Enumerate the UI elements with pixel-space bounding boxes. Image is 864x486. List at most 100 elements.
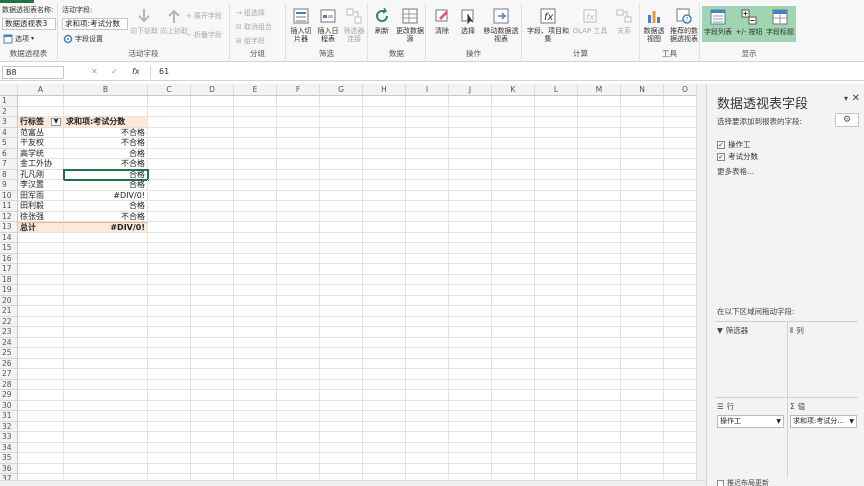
cell[interactable] [535,400,578,411]
cell[interactable] [492,337,535,348]
cell[interactable] [578,180,621,191]
cell[interactable] [449,243,492,254]
cell[interactable] [64,253,148,264]
cell[interactable] [535,243,578,254]
formula-input[interactable]: 61 [150,66,860,79]
cell[interactable] [320,106,363,117]
cell[interactable] [664,96,696,107]
cell[interactable] [621,159,664,170]
row-header[interactable]: 24 [0,337,18,348]
cell[interactable] [148,222,191,233]
cell[interactable] [578,379,621,390]
cell[interactable] [535,211,578,222]
cancel-icon[interactable]: ✕ [91,67,98,76]
cell[interactable] [492,348,535,359]
cell[interactable] [363,432,406,443]
row-header[interactable]: 34 [0,442,18,453]
cell[interactable] [64,358,148,369]
cell[interactable] [363,117,406,128]
cell[interactable] [621,379,664,390]
cell[interactable] [320,180,363,191]
insert-slicer-button[interactable]: 插入切片器 [288,7,314,43]
cell[interactable] [406,295,449,306]
field-headers-button[interactable]: 字段标题 [764,6,796,42]
cell[interactable] [18,390,64,401]
cell[interactable] [578,442,621,453]
cell[interactable] [621,201,664,212]
row-header[interactable]: 35 [0,453,18,464]
cell[interactable] [148,169,191,180]
cell[interactable] [64,379,148,390]
cell[interactable] [449,390,492,401]
cell[interactable] [234,411,277,422]
cell[interactable] [449,379,492,390]
cell[interactable] [664,222,696,233]
gear-icon[interactable]: ⚙ [835,113,859,127]
cell[interactable] [320,369,363,380]
cell[interactable] [449,327,492,338]
cell[interactable] [406,243,449,254]
cell[interactable] [363,369,406,380]
cell[interactable] [621,243,664,254]
cell[interactable] [492,201,535,212]
cell[interactable] [492,442,535,453]
enter-icon[interactable]: ✓ [111,67,118,76]
cell[interactable] [535,127,578,138]
cell[interactable] [18,442,64,453]
select-all-corner[interactable] [0,84,18,96]
cell[interactable] [191,442,234,453]
cell[interactable] [449,463,492,474]
cell[interactable] [578,222,621,233]
cell[interactable] [148,463,191,474]
cell[interactable] [535,316,578,327]
pivot-row-item[interactable]: 干友权 [18,138,64,149]
cell[interactable] [277,348,320,359]
cell[interactable] [664,348,696,359]
cell[interactable] [492,180,535,191]
row-header[interactable]: 15 [0,243,18,254]
cell[interactable] [492,432,535,443]
cell[interactable] [320,159,363,170]
cell[interactable] [621,127,664,138]
cell[interactable] [234,358,277,369]
cell[interactable] [664,338,696,348]
cell[interactable] [191,379,234,390]
cell[interactable] [621,106,664,117]
cell[interactable] [664,170,696,180]
cell[interactable] [406,379,449,390]
cell[interactable] [64,306,148,317]
cell[interactable] [64,232,148,243]
cell[interactable] [320,442,363,453]
row-header[interactable]: 27 [0,369,18,380]
cell[interactable] [578,96,621,107]
pivot-value[interactable]: 合格 [64,148,148,159]
olap-tools-button[interactable]: fx OLAP 工具 [572,7,608,35]
cell[interactable] [621,117,664,128]
cell[interactable] [64,264,148,275]
cell[interactable] [363,169,406,180]
cell[interactable] [578,159,621,170]
cell[interactable] [320,127,363,138]
cell[interactable] [363,253,406,264]
cell[interactable] [277,190,320,201]
cell[interactable] [578,169,621,180]
cell[interactable] [234,316,277,327]
row-header[interactable]: 10 [0,190,18,201]
cell[interactable] [492,400,535,411]
cell[interactable] [406,159,449,170]
cell[interactable] [621,148,664,159]
cell[interactable] [449,274,492,285]
cell[interactable] [277,379,320,390]
cell[interactable] [363,138,406,149]
cell[interactable] [363,316,406,327]
cell[interactable] [578,127,621,138]
column-header[interactable]: A [18,84,64,96]
column-header[interactable]: B [64,84,148,96]
cell[interactable] [578,264,621,275]
cell[interactable] [621,463,664,474]
pivot-row-item[interactable]: 李汉置 [18,180,64,191]
cell[interactable] [320,148,363,159]
cell[interactable] [621,411,664,422]
cell[interactable] [406,169,449,180]
defer-update-option[interactable]: 推迟布局更新 [717,478,769,486]
